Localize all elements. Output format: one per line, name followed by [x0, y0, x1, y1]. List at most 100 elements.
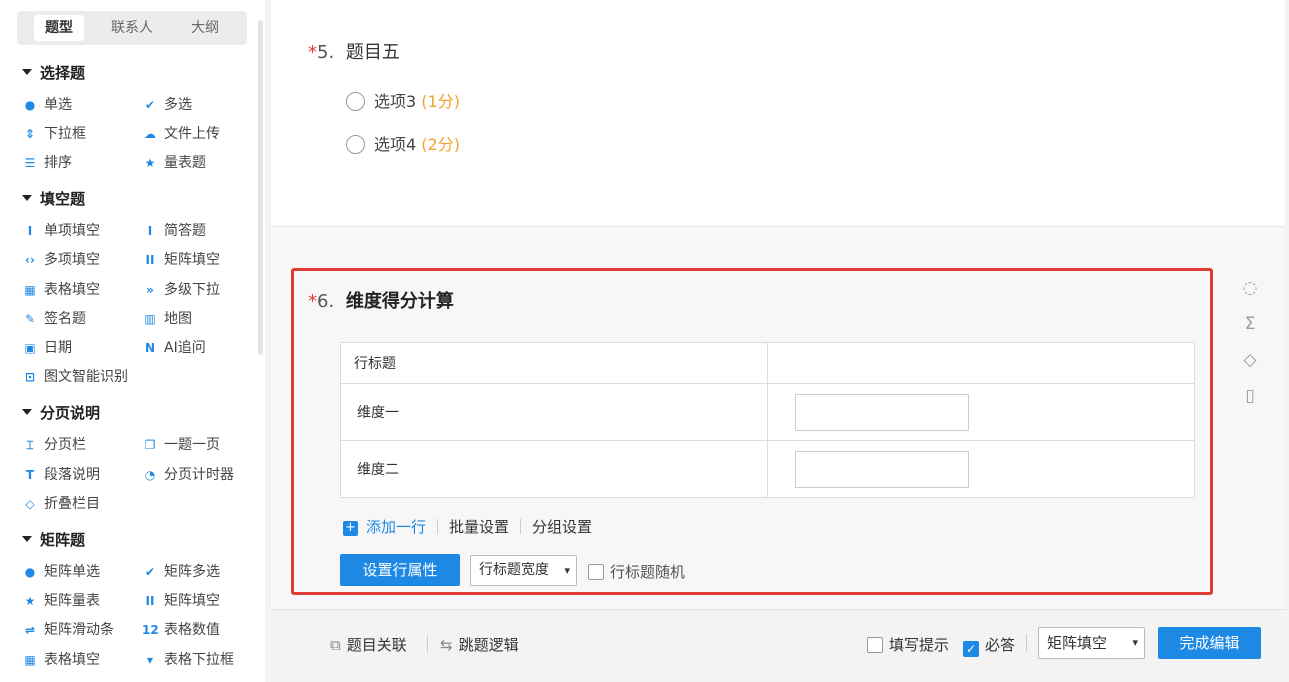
question-title-text: 维度得分计算 [345, 291, 454, 312]
radio-button[interactable] [346, 92, 365, 111]
checkbox-label: 填写提示 [889, 636, 950, 654]
sidebar-item-page-break[interactable]: ⌶ 分页栏 [22, 434, 86, 454]
sidebar-item-scale[interactable]: ★ 量表题 [142, 152, 206, 172]
sidebar-item-multi-blank[interactable]: ‹› 多项填空 [22, 249, 100, 269]
sort-arrows-icon: ⇕ [24, 127, 36, 141]
sidebar-item-collapse[interactable]: ◇ 折叠栏目 [22, 493, 100, 513]
sidebar-item-one-per-page[interactable]: ❐ 一题一页 [142, 434, 220, 454]
question-type-select[interactable]: 矩阵填空 ▾ [1038, 627, 1145, 659]
checkbox[interactable] [588, 564, 604, 580]
pen-icon: ✎ [24, 312, 36, 326]
sidebar-item-ai-followup[interactable]: N AI追问 [142, 337, 206, 357]
row-label[interactable]: 维度二 [340, 440, 768, 498]
plus-icon: + [343, 521, 358, 536]
row-label[interactable]: 维度一 [340, 383, 768, 441]
sidebar-item-label: 签名题 [44, 311, 86, 327]
toolbar-label: 跳题逻辑 [458, 636, 519, 654]
sidebar-item-matrix-scale[interactable]: ★ 矩阵量表 [22, 590, 100, 610]
text-cursor-icon: I [147, 224, 153, 238]
required-star: * [308, 291, 317, 312]
calendar-icon: ▣ [24, 341, 36, 355]
question-6-title[interactable]: *6. 维度得分计算 [308, 287, 454, 313]
question-relation-button[interactable]: ⧉ 题目关联 [330, 634, 407, 655]
group-choice[interactable]: 选择题 [22, 62, 85, 83]
sidebar-item-date[interactable]: ▣ 日期 [22, 337, 72, 357]
sidebar-item-multi-choice[interactable]: ✔ 多选 [142, 94, 192, 114]
caret-down-icon [22, 536, 32, 542]
radio-button[interactable] [346, 135, 365, 154]
fill-hint-checkbox[interactable]: 填写提示 [867, 634, 949, 655]
sidebar-item-label: 折叠栏目 [44, 496, 100, 512]
star-icon: ★ [144, 156, 156, 170]
double-cursor-icon: II [145, 253, 155, 267]
sidebar-item-table-dropdown[interactable]: ▾ 表格下拉框 [142, 649, 234, 669]
sidebar-scrollbar[interactable] [258, 20, 263, 355]
divider [427, 635, 428, 653]
group-title: 选择题 [40, 64, 86, 82]
question-card-5[interactable]: *5. 题目五 选项3 (1分) 选项4 (2分) [271, 0, 1285, 226]
divider [1026, 634, 1027, 652]
group-matrix[interactable]: 矩阵题 [22, 529, 85, 550]
sidebar-item-table-number[interactable]: 12 表格数值 [142, 619, 220, 639]
matrix-radio-icon: ● [24, 565, 36, 579]
page-break-icon: ⌶ [26, 438, 34, 452]
star-grid-icon: ★ [24, 594, 36, 608]
add-row-button[interactable]: + 添加一行 [343, 518, 426, 536]
set-row-props-button[interactable]: 设置行属性 [340, 554, 460, 586]
finish-edit-button[interactable]: 完成编辑 [1158, 627, 1261, 659]
group-fill-blank[interactable]: 填空题 [22, 188, 85, 209]
row-title-width-select[interactable]: 行标题宽度 ▾ [470, 555, 577, 586]
sigma-icon[interactable]: Σ [1239, 314, 1261, 334]
sidebar-item-paragraph[interactable]: T 段落说明 [22, 464, 100, 484]
eye-slash-icon[interactable]: ◌ [1239, 278, 1261, 298]
sidebar-item-short-answer[interactable]: I 简答题 [142, 220, 206, 240]
checkbox-checked[interactable]: ✓ [963, 641, 979, 657]
tab-question-types[interactable]: 题型 [34, 15, 84, 41]
required-checkbox[interactable]: ✓ 必答 [963, 634, 1015, 657]
sidebar-item-label: 矩阵单选 [44, 564, 100, 580]
text-input[interactable] [795, 393, 969, 431]
sidebar-item-sort[interactable]: ☰ 排序 [22, 152, 72, 172]
sidebar-item-matrix-blank[interactable]: II 矩阵填空 [142, 249, 220, 269]
chevron-down-icon: ▾ [1132, 636, 1138, 649]
question-toolbar: ⧉ 题目关联 ⇆ 跳题逻辑 填写提示 ✓ 必答 矩阵填空 ▾ 完成编辑 [271, 609, 1285, 677]
sidebar-item-table-blank-2[interactable]: ▦ 表格填空 [22, 649, 100, 669]
text-input[interactable] [795, 450, 969, 488]
sidebar-item-single-blank[interactable]: I 单项填空 [22, 220, 100, 240]
sidebar-item-table-blank[interactable]: ▦ 表格填空 [22, 279, 100, 299]
slider-icon: ⇌ [24, 623, 36, 637]
sidebar-item-signature[interactable]: ✎ 签名题 [22, 308, 86, 328]
sidebar-item-matrix-multi[interactable]: ✔ 矩阵多选 [142, 561, 220, 581]
checkbox-label: 行标题随机 [610, 563, 686, 581]
sidebar-item-matrix-slider[interactable]: ⇌ 矩阵滑动条 [22, 619, 114, 639]
batch-settings-link[interactable]: 批量设置 [449, 518, 509, 536]
sidebar-item-image-text-recognition[interactable]: ⊡ 图文智能识别 [22, 366, 128, 386]
option-label: 选项3 [374, 92, 417, 111]
tab-contacts[interactable]: 联系人 [103, 15, 161, 41]
sidebar-item-label: 多级下拉 [164, 282, 220, 298]
sidebar-item-cascade-dropdown[interactable]: » 多级下拉 [142, 279, 220, 299]
group-paging[interactable]: 分页说明 [22, 402, 100, 423]
sidebar-item-page-timer[interactable]: ◔ 分页计时器 [142, 464, 234, 484]
trash-icon[interactable]: ▯ [1239, 386, 1261, 406]
jump-logic-button[interactable]: ⇆ 跳题逻辑 [440, 634, 519, 655]
sidebar-item-map[interactable]: ▥ 地图 [142, 308, 192, 328]
sidebar-item-dropdown[interactable]: ⇕ 下拉框 [22, 123, 86, 143]
tab-outline[interactable]: 大纲 [180, 15, 230, 41]
option-4[interactable]: 选项4 (2分) [346, 131, 460, 155]
sidebar-item-matrix-single[interactable]: ● 矩阵单选 [22, 561, 100, 581]
sidebar-item-file-upload[interactable]: ☁ 文件上传 [142, 123, 220, 143]
option-label: 选项4 [374, 135, 417, 154]
row-title-random-checkbox[interactable]: 行标题随机 [588, 561, 685, 582]
input-cell [767, 383, 1195, 441]
group-settings-link[interactable]: 分组设置 [532, 518, 592, 536]
sidebar-item-matrix-blank-2[interactable]: II 矩阵填空 [142, 590, 220, 610]
table-row: 维度二 [340, 440, 1195, 498]
option-3[interactable]: 选项3 (1分) [346, 88, 460, 112]
table-header-row: 行标题 [340, 342, 1195, 384]
checkbox[interactable] [867, 637, 883, 653]
chevron-down-icon: ▾ [564, 564, 570, 577]
sidebar-item-single-choice[interactable]: ● 单选 [22, 94, 72, 114]
timer-icon: ◔ [144, 468, 156, 482]
tag-icon[interactable]: ◇ [1239, 350, 1261, 370]
